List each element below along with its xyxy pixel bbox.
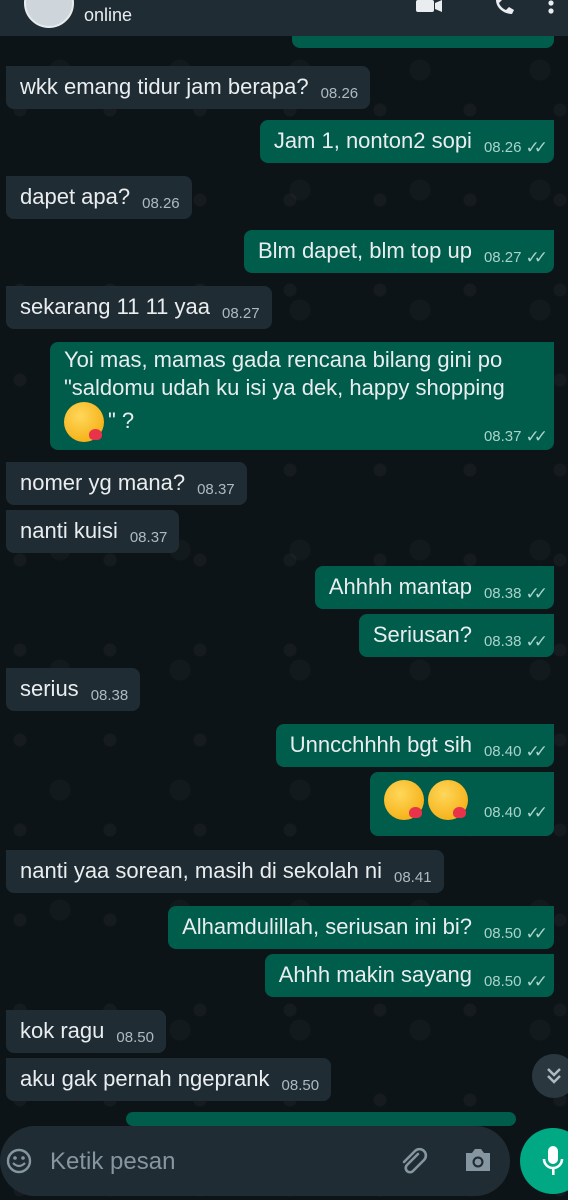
message-outgoing[interactable]: 08.40 ✓✓ — [369, 772, 554, 836]
message-time: 08.27 — [483, 249, 522, 266]
message-text: Ahhh makin sayang — [278, 962, 472, 987]
kiss-emoji-icon — [427, 780, 468, 820]
message-incoming[interactable]: nanti yaa sorean, masih di sekolah ni 08.… — [6, 850, 444, 893]
message-time: 08.38 — [483, 585, 522, 602]
message-text: nomer yg mana? — [20, 470, 186, 495]
message-text: nanti kuisi — [20, 518, 118, 543]
message-time: 08.37 — [129, 529, 168, 546]
avatar[interactable] — [24, 0, 74, 28]
message-time: 08.38 — [90, 687, 129, 704]
message-text: Ahhhh mantap — [328, 574, 472, 599]
message-text: serius — [20, 676, 79, 701]
message-input-bar[interactable]: Ketik pesan — [0, 1126, 510, 1196]
contact-status: online — [84, 5, 133, 25]
double-check-icon: ✓✓ — [525, 632, 548, 651]
message-time: 08.41 — [394, 869, 432, 886]
chevron-double-down-icon — [547, 1068, 561, 1084]
message-time: 08.50 — [483, 925, 522, 942]
message-time: 08.50 — [116, 1029, 154, 1046]
message-text-line: Yoi mas, mamas gada rencana bilang gini … — [64, 347, 503, 372]
double-check-icon: ✓✓ — [525, 742, 548, 761]
message-outgoing[interactable]: Unncchhhh bgt sih 08.40 ✓✓ — [275, 724, 554, 767]
mic-icon — [542, 1146, 564, 1175]
emoji-icon[interactable] — [6, 1148, 32, 1174]
message-text: kok ragu — [20, 1018, 105, 1043]
message-time: 08.50 — [281, 1077, 320, 1094]
message-text: sekarang 11 11 yaa — [20, 294, 210, 319]
message-time: 08.27 — [222, 305, 260, 322]
scroll-to-bottom-button[interactable] — [532, 1054, 568, 1098]
message-text-line: "saldomu udah ku isi ya dek, happy shopp… — [64, 375, 505, 400]
double-check-icon: ✓✓ — [525, 924, 548, 943]
message-text: Seriusan? — [372, 622, 472, 647]
kiss-emoji-icon — [383, 780, 424, 820]
message-outgoing[interactable]: Ahhh makin sayang 08.50 ✓✓ — [264, 954, 554, 997]
message-text: wkk emang tidur jam berapa? — [20, 74, 309, 99]
message-outgoing[interactable]: Jam 1, nonton2 sopi 08.26 ✓✓ — [259, 120, 554, 163]
message-incoming[interactable]: nomer yg mana? 08.37 — [6, 462, 247, 505]
phone-icon[interactable] — [490, 0, 520, 22]
message-time: 08.26 — [320, 85, 359, 102]
kiss-emoji-icon — [64, 402, 104, 442]
video-call-icon[interactable] — [414, 0, 444, 22]
message-incoming[interactable]: kok ragu 08.50 — [6, 1010, 166, 1053]
message-outgoing[interactable]: Yoi mas, mamas gada rencana bilang gini … — [50, 342, 554, 450]
message-time: 08.40 — [483, 743, 522, 760]
message-outgoing[interactable]: Seriusan? 08.38 ✓✓ — [358, 614, 554, 657]
message-incoming[interactable]: nanti kuisi 08.37 — [6, 510, 180, 553]
message-text: Unncchhhh bgt sih — [289, 732, 472, 757]
message-text: aku gak pernah ngeprank — [20, 1066, 270, 1091]
message-incoming[interactable]: dapet apa? 08.26 — [6, 176, 192, 219]
more-vert-icon[interactable] — [544, 0, 558, 22]
message-text: Blm dapet, blm top up — [257, 238, 472, 263]
double-check-icon: ✓✓ — [525, 427, 548, 446]
message-time: 08.38 — [483, 633, 522, 650]
message-text: Jam 1, nonton2 sopi — [273, 128, 472, 153]
message-incoming[interactable]: wkk emang tidur jam berapa? 08.26 — [6, 66, 371, 109]
message-incoming[interactable]: serius 08.38 — [6, 668, 141, 711]
message-time: 08.37 — [197, 481, 235, 498]
message-bubble-partial — [126, 1112, 516, 1126]
message-time: 08.37 — [483, 428, 522, 445]
double-check-icon: ✓✓ — [525, 248, 548, 267]
double-check-icon: ✓✓ — [525, 972, 548, 991]
message-text: nanti yaa sorean, masih di sekolah ni — [20, 858, 382, 883]
message-text: dapet apa? — [20, 184, 131, 209]
message-time: 08.26 — [483, 139, 522, 156]
message-time: 08.40 — [483, 804, 522, 821]
paperclip-icon[interactable] — [398, 1146, 428, 1176]
message-outgoing[interactable]: Alhamdulillah, seriusan ini bi? 08.50 ✓✓ — [168, 906, 554, 949]
message-input[interactable]: Ketik pesan — [50, 1148, 175, 1176]
message-incoming[interactable]: aku gak pernah ngeprank 08.50 — [6, 1058, 332, 1101]
camera-icon[interactable] — [462, 1146, 494, 1174]
double-check-icon: ✓✓ — [525, 803, 548, 822]
message-incoming[interactable]: sekarang 11 11 yaa 08.27 — [6, 286, 272, 329]
message-time: 08.26 — [142, 195, 180, 212]
message-outgoing[interactable]: Blm dapet, blm top up 08.27 ✓✓ — [243, 230, 554, 273]
message-time: 08.50 — [483, 973, 522, 990]
double-check-icon: ✓✓ — [525, 584, 548, 603]
message-outgoing[interactable]: Ahhhh mantap 08.38 ✓✓ — [314, 566, 554, 609]
chat-header[interactable]: online — [0, 0, 568, 36]
message-text: Alhamdulillah, seriusan ini bi? — [182, 914, 472, 939]
message-text-line: " ? — [108, 407, 135, 433]
double-check-icon: ✓✓ — [525, 138, 548, 157]
